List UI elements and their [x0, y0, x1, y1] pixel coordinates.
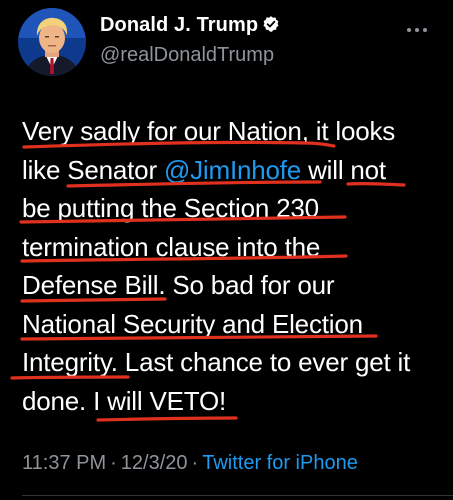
- more-options-button[interactable]: [400, 18, 434, 42]
- divider: [22, 495, 453, 496]
- tweet-text-segment: National Security and Election: [22, 308, 363, 339]
- tweet-text-segment: Defense Bill. So bad for our: [22, 270, 335, 300]
- tweet-text: Very sadly for our Nation, it looks like …: [22, 112, 442, 420]
- user-handle[interactable]: @realDonaldTrump: [100, 44, 274, 67]
- tweet-date[interactable]: 12/3/20: [121, 452, 188, 474]
- tweet-line: like Senator @JimInhofe will not: [22, 151, 442, 190]
- display-name[interactable]: Donald J. Trump: [100, 14, 280, 37]
- display-name-text: Donald J. Trump: [100, 14, 259, 36]
- tweet-text-segment: Integrity. Last chance to ever get it: [22, 347, 411, 377]
- mention-link[interactable]: @JimInhofe: [164, 155, 301, 185]
- tweet-line: Integrity. Last chance to ever get it: [22, 343, 442, 382]
- tweet-line: National Security and Election: [22, 305, 442, 344]
- tweet-card: Donald J. Trump @realDonaldTrump Very sa…: [0, 0, 453, 500]
- tweet-text-segment: be putting the Section 230: [22, 193, 319, 223]
- tweet-text-segment: done. I will VETO!: [22, 385, 227, 416]
- tweet-text-segment: like Senator: [22, 154, 164, 185]
- tweet-source[interactable]: Twitter for iPhone: [202, 452, 358, 474]
- tweet-line: termination clause into the: [22, 228, 442, 267]
- tweet-text-segment: will not: [301, 154, 386, 185]
- tweet-line: done. I will VETO!: [22, 382, 442, 421]
- avatar[interactable]: [18, 8, 86, 76]
- tweet-time[interactable]: 11:37 PM: [22, 452, 106, 474]
- tweet-line: Very sadly for our Nation, it looks: [22, 112, 442, 151]
- verified-badge-icon: [263, 16, 279, 32]
- tweet-meta: 11:37 PM · 12/3/20 · Twitter for iPhone: [22, 452, 358, 475]
- tweet-text-segment: termination clause into the: [22, 231, 321, 262]
- meta-separator-2: ·: [191, 452, 199, 474]
- tweet-line: be putting the Section 230: [22, 189, 442, 228]
- meta-separator: ·: [110, 452, 117, 474]
- tweet-text-segment: Very sadly for our Nation, it looks: [22, 116, 396, 146]
- more-options-icon: [407, 28, 427, 32]
- avatar-image: [18, 8, 86, 76]
- tweet-line: Defense Bill. So bad for our: [22, 266, 442, 305]
